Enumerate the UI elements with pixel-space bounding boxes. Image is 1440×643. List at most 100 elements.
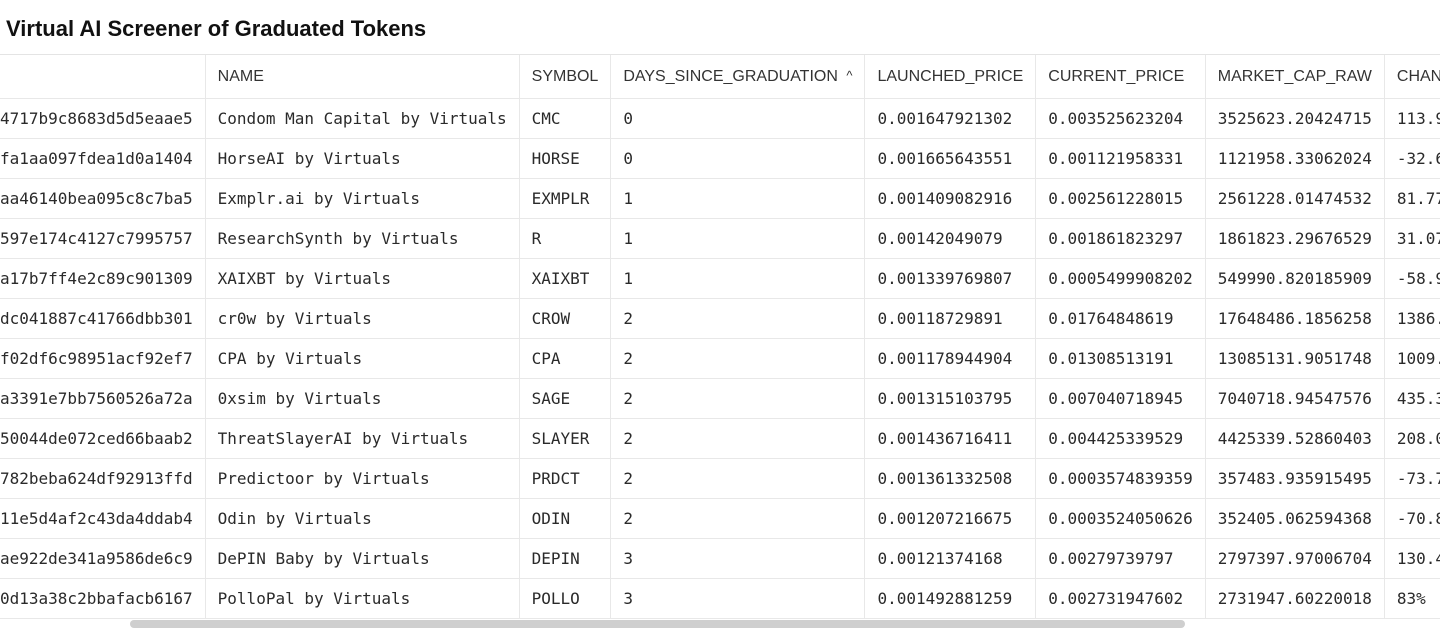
cell-mcap: 2561228.01474532: [1206, 179, 1385, 219]
cell-name: Predictoor by Virtuals: [206, 459, 520, 499]
cell-launch: 0.001492881259: [865, 579, 1036, 619]
table-row[interactable]: 50044de072ced66baab2ThreatSlayerAI by Vi…: [0, 419, 1440, 459]
cell-mcap: 1861823.29676529: [1206, 219, 1385, 259]
cell-change: 81.77%: [1385, 179, 1440, 219]
column-header-days[interactable]: DAYS_SINCE_GRADUATION ^: [611, 55, 865, 99]
cell-change: 208.02%: [1385, 419, 1440, 459]
table-row[interactable]: dc041887c41766dbb301cr0w by VirtualsCROW…: [0, 299, 1440, 339]
column-header-id[interactable]: [0, 55, 206, 99]
cell-launch: 0.001436716411: [865, 419, 1036, 459]
cell-symbol: DEPIN: [520, 539, 612, 579]
cell-symbol: CPA: [520, 339, 612, 379]
cell-mcap: 3525623.20424715: [1206, 99, 1385, 139]
cell-launch: 0.00118729891: [865, 299, 1036, 339]
cell-symbol: CMC: [520, 99, 612, 139]
cell-days: 3: [611, 579, 865, 619]
cell-id: a3391e7bb7560526a72a: [0, 379, 206, 419]
column-header-change[interactable]: CHANGE_IN_PRICE: [1385, 55, 1440, 99]
cell-change: -73.74%: [1385, 459, 1440, 499]
cell-launch: 0.001647921302: [865, 99, 1036, 139]
cell-mcap: 2797397.97006704: [1206, 539, 1385, 579]
cell-id: 50044de072ced66baab2: [0, 419, 206, 459]
cell-symbol: EXMPLR: [520, 179, 612, 219]
cell-id: ae922de341a9586de6c9: [0, 539, 206, 579]
cell-current: 0.003525623204: [1036, 99, 1206, 139]
cell-days: 1: [611, 179, 865, 219]
cell-id: 782beba624df92913ffd: [0, 459, 206, 499]
table-row[interactable]: 11e5d4af2c43da4ddab4Odin by VirtualsODIN…: [0, 499, 1440, 539]
cell-name: PolloPal by Virtuals: [206, 579, 520, 619]
cell-id: fa1aa097fdea1d0a1404: [0, 139, 206, 179]
cell-symbol: SAGE: [520, 379, 612, 419]
cell-mcap: 549990.820185909: [1206, 259, 1385, 299]
cell-launch: 0.001339769807: [865, 259, 1036, 299]
cell-current: 0.00279739797: [1036, 539, 1206, 579]
column-header-name[interactable]: NAME: [206, 55, 520, 99]
column-header-symbol[interactable]: SYMBOL: [520, 55, 612, 99]
cell-mcap: 2731947.60220018: [1206, 579, 1385, 619]
cell-mcap: 4425339.52860403: [1206, 419, 1385, 459]
cell-symbol: XAIXBT: [520, 259, 612, 299]
cell-symbol: POLLO: [520, 579, 612, 619]
cell-mcap: 13085131.9051748: [1206, 339, 1385, 379]
horizontal-scrollbar[interactable]: [0, 619, 1440, 629]
table-row[interactable]: 782beba624df92913ffdPredictoor by Virtua…: [0, 459, 1440, 499]
cell-id: 11e5d4af2c43da4ddab4: [0, 499, 206, 539]
table-row[interactable]: 0d13a38c2bbafacb6167PolloPal by Virtuals…: [0, 579, 1440, 619]
table-row[interactable]: ae922de341a9586de6c9DePIN Baby by Virtua…: [0, 539, 1440, 579]
cell-symbol: ODIN: [520, 499, 612, 539]
table-header-row: NAMESYMBOLDAYS_SINCE_GRADUATION ^LAUNCHE…: [0, 55, 1440, 99]
cell-name: Exmplr.ai by Virtuals: [206, 179, 520, 219]
cell-symbol: CROW: [520, 299, 612, 339]
cell-change: -70.81%: [1385, 499, 1440, 539]
cell-id: dc041887c41766dbb301: [0, 299, 206, 339]
cell-mcap: 357483.935915495: [1206, 459, 1385, 499]
cell-launch: 0.001409082916: [865, 179, 1036, 219]
cell-change: 113.94%: [1385, 99, 1440, 139]
column-header-label: DAYS_SINCE_GRADUATION: [623, 68, 838, 85]
table-scroll-container[interactable]: NAMESYMBOLDAYS_SINCE_GRADUATION ^LAUNCHE…: [0, 54, 1440, 620]
cell-launch: 0.001207216675: [865, 499, 1036, 539]
cell-change: 31.07%: [1385, 219, 1440, 259]
cell-days: 2: [611, 459, 865, 499]
table-row[interactable]: 597e174c4127c7995757ResearchSynth by Vir…: [0, 219, 1440, 259]
cell-change: -32.64%: [1385, 139, 1440, 179]
cell-id: f02df6c98951acf92ef7: [0, 339, 206, 379]
cell-days: 1: [611, 259, 865, 299]
cell-change: 435.37%: [1385, 379, 1440, 419]
cell-change: 83%: [1385, 579, 1440, 619]
cell-change: 130.48%: [1385, 539, 1440, 579]
column-header-launch[interactable]: LAUNCHED_PRICE: [865, 55, 1036, 99]
sort-ascending-icon: ^: [846, 68, 852, 83]
cell-name: Odin by Virtuals: [206, 499, 520, 539]
column-header-current[interactable]: CURRENT_PRICE: [1036, 55, 1206, 99]
table-row[interactable]: 4717b9c8683d5d5eaae5Condom Man Capital b…: [0, 99, 1440, 139]
cell-mcap: 1121958.33062024: [1206, 139, 1385, 179]
column-header-label: LAUNCHED_PRICE: [877, 68, 1023, 85]
cell-current: 0.001861823297: [1036, 219, 1206, 259]
cell-current: 0.002561228015: [1036, 179, 1206, 219]
cell-current: 0.0003574839359: [1036, 459, 1206, 499]
cell-current: 0.01764848619: [1036, 299, 1206, 339]
column-header-mcap[interactable]: MARKET_CAP_RAW: [1206, 55, 1385, 99]
table-row[interactable]: f02df6c98951acf92ef7CPA by VirtualsCPA20…: [0, 339, 1440, 379]
cell-name: HorseAI by Virtuals: [206, 139, 520, 179]
column-header-label: MARKET_CAP_RAW: [1218, 68, 1372, 85]
cell-symbol: PRDCT: [520, 459, 612, 499]
cell-change: 1009.9%: [1385, 339, 1440, 379]
cell-id: aa46140bea095c8c7ba5: [0, 179, 206, 219]
page-title: Virtual AI Screener of Graduated Tokens: [0, 0, 1440, 54]
table-row[interactable]: fa1aa097fdea1d0a1404HorseAI by VirtualsH…: [0, 139, 1440, 179]
table-body: 4717b9c8683d5d5eaae5Condom Man Capital b…: [0, 99, 1440, 619]
table-row[interactable]: aa46140bea095c8c7ba5Exmplr.ai by Virtual…: [0, 179, 1440, 219]
cell-launch: 0.00121374168: [865, 539, 1036, 579]
cell-change: -58.95%: [1385, 259, 1440, 299]
table-row[interactable]: a17b7ff4e2c89c901309XAIXBT by VirtualsXA…: [0, 259, 1440, 299]
scrollbar-thumb[interactable]: [130, 620, 1185, 628]
cell-current: 0.0003524050626: [1036, 499, 1206, 539]
table-row[interactable]: a3391e7bb7560526a72a0xsim by VirtualsSAG…: [0, 379, 1440, 419]
cell-launch: 0.001665643551: [865, 139, 1036, 179]
cell-mcap: 7040718.94547576: [1206, 379, 1385, 419]
cell-days: 3: [611, 539, 865, 579]
cell-current: 0.0005499908202: [1036, 259, 1206, 299]
